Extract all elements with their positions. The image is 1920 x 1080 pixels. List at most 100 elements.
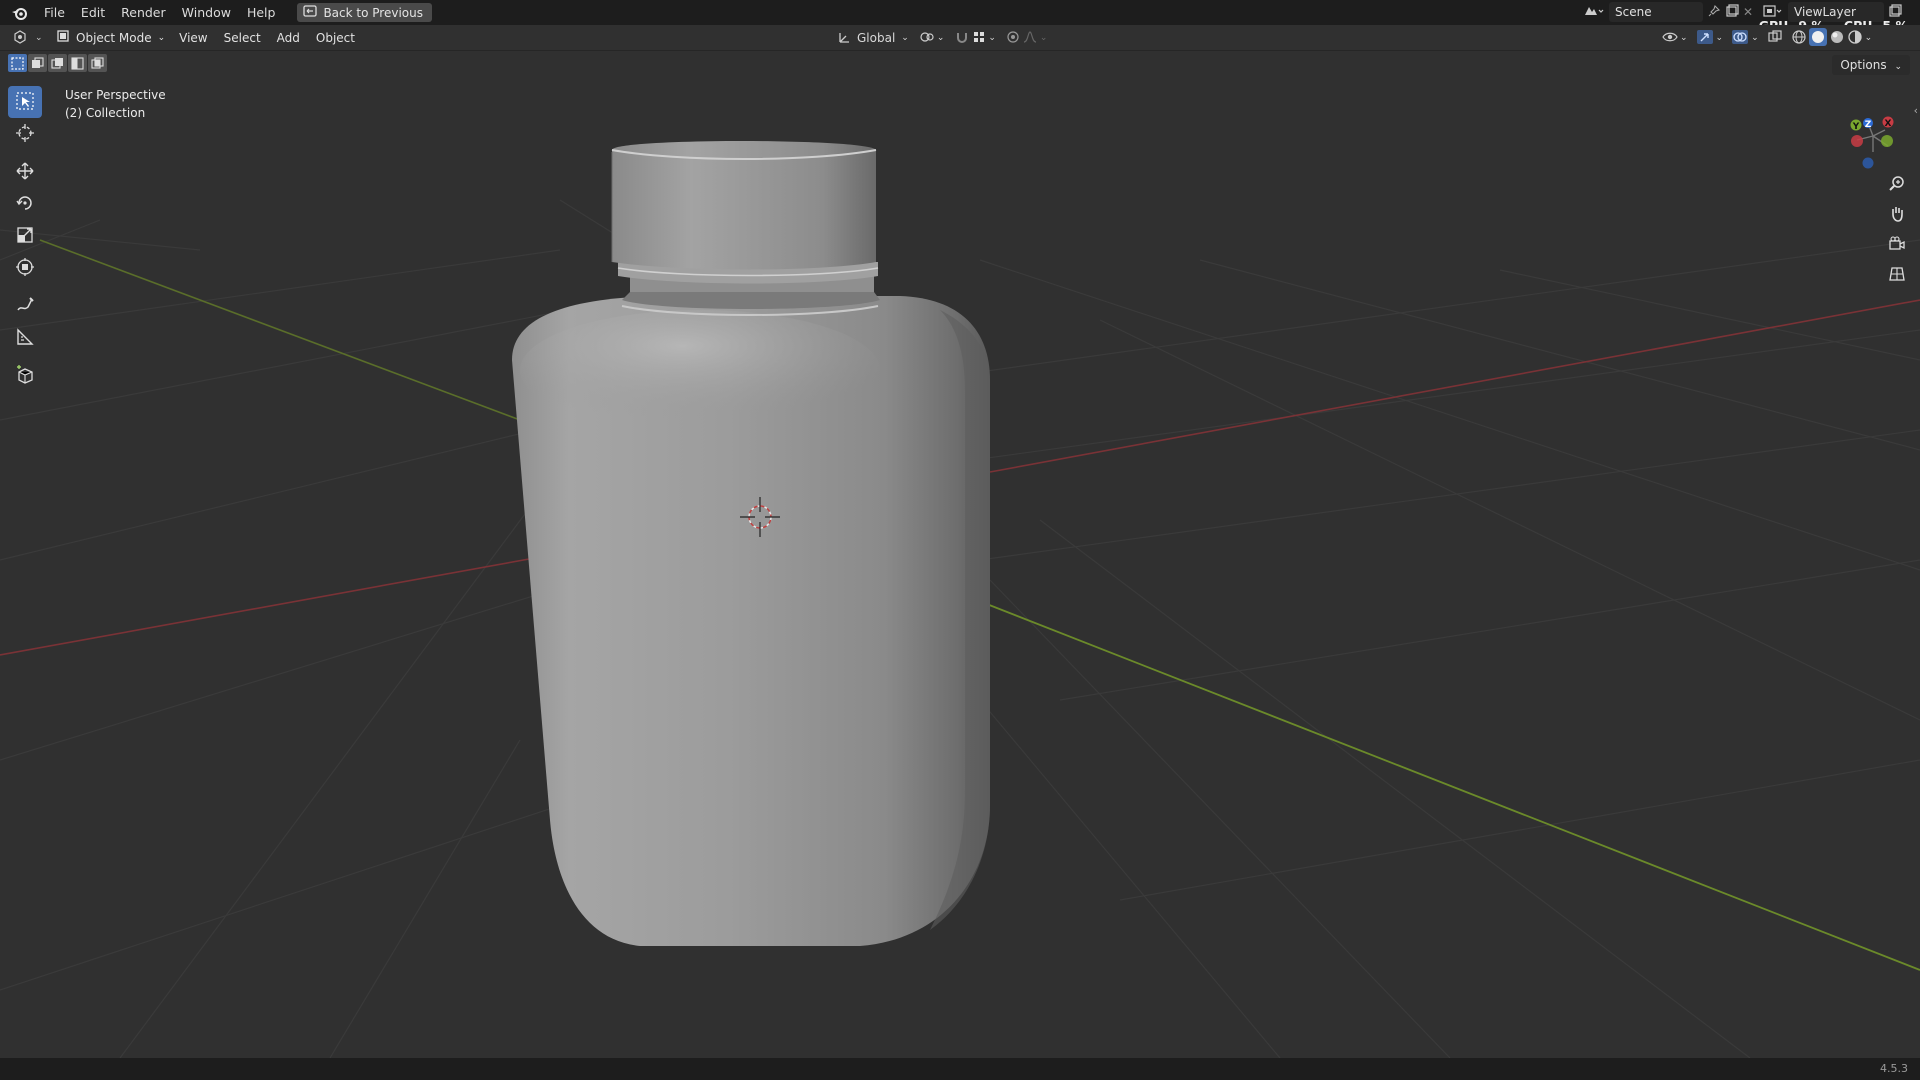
add-cube-tool[interactable] (8, 360, 42, 392)
pivot-dropdown[interactable]: ⌄ (919, 28, 944, 48)
hand-icon (1888, 205, 1906, 226)
chevron-down-icon: ⌄ (1680, 33, 1688, 43)
select-subtract-button[interactable] (48, 54, 67, 72)
snap-controls[interactable]: ⌄ (954, 28, 996, 48)
editor-type-dropdown[interactable]: ⌄ (12, 28, 46, 48)
back-to-previous-label: Back to Previous (323, 5, 423, 20)
scene-name-field[interactable]: Scene (1609, 2, 1703, 22)
camera-view-button[interactable] (1882, 230, 1912, 260)
proportional-editing[interactable]: ⌄ (1006, 28, 1048, 48)
snap-target-icon (972, 30, 986, 47)
chevron-down-icon: ⌄ (1039, 33, 1048, 43)
shading-modes[interactable]: ⌄ (1791, 27, 1872, 49)
gizmo-toggle[interactable]: ⌄ (1696, 28, 1723, 48)
gizmo-y-label: Y (1852, 122, 1860, 132)
menu-file[interactable]: File (36, 0, 73, 25)
xray-toggle[interactable] (1767, 28, 1783, 48)
move-icon (15, 161, 35, 184)
center-tools: Global ⌄ ⌄ ⌄ ⌄ (837, 28, 1047, 48)
scale-tool[interactable] (8, 220, 42, 252)
proportional-icon (1006, 30, 1020, 47)
menu-object[interactable]: Object (308, 31, 363, 45)
navigation-buttons (1882, 170, 1912, 290)
overlay-toggle[interactable]: ⌄ (1731, 28, 1759, 48)
overlay-icon (1731, 29, 1749, 48)
bottle-mesh[interactable] (512, 141, 990, 946)
blender-logo-icon[interactable] (10, 4, 28, 22)
pin-icon[interactable] (1707, 4, 1721, 21)
select-new-button[interactable] (8, 54, 27, 72)
chevron-down-icon: ⌄ (1751, 33, 1759, 43)
object-mode-icon (56, 29, 70, 46)
cursor-tool[interactable] (8, 118, 42, 150)
xray-icon (1767, 29, 1783, 48)
gizmo-x-label: X (1885, 119, 1892, 129)
mode-label: Object Mode (76, 30, 152, 45)
menu-edit[interactable]: Edit (73, 0, 113, 25)
solid-icon[interactable] (1808, 27, 1827, 49)
transform-orientation-label: Global (857, 31, 896, 45)
gizmo-z-label: Z (1865, 120, 1872, 130)
menu-render[interactable]: Render (113, 0, 174, 25)
select-box-icon (15, 91, 35, 114)
chevron-down-icon: ⌄ (157, 32, 166, 43)
chevron-down-icon: ⌄ (1894, 62, 1902, 72)
menu-add[interactable]: Add (269, 31, 308, 45)
back-to-previous-button[interactable]: Back to Previous (297, 3, 432, 22)
annotate-tool[interactable] (8, 290, 42, 322)
collection-name: (2) Collection (65, 106, 146, 120)
delete-scene-icon[interactable]: ✕ (1743, 5, 1753, 19)
move-tool[interactable] (8, 156, 42, 188)
navigation-gizmo[interactable]: Z X Y (1828, 86, 1918, 176)
selection-mode-buttons (8, 54, 107, 74)
grid-icon (1888, 265, 1906, 286)
select-invert-button[interactable] (68, 54, 87, 72)
chevron-down-icon: ⌄ (901, 33, 909, 43)
visibility-dropdown[interactable]: ⌄ (1662, 28, 1688, 48)
falloff-icon (1022, 30, 1038, 47)
editor-type-icon (12, 28, 32, 47)
scene-icon (1583, 3, 1605, 22)
mode-dropdown[interactable]: Object Mode ⌄ (50, 28, 171, 48)
cursor-icon (15, 123, 35, 146)
view-name: User Perspective (65, 88, 166, 102)
gizmo-icon (1696, 29, 1714, 48)
annotate-icon (15, 295, 35, 318)
sidebar-toggle-icon[interactable]: ‹ (1914, 104, 1918, 117)
menu-view[interactable]: View (171, 31, 215, 45)
transform-tool[interactable] (8, 252, 42, 284)
pan-button[interactable] (1882, 200, 1912, 230)
options-dropdown[interactable]: Options ⌄ (1832, 55, 1910, 75)
material-icon[interactable] (1829, 29, 1845, 48)
select-extend-button[interactable] (28, 54, 47, 72)
rendered-icon[interactable] (1847, 29, 1863, 48)
version-label: 4.5.3 (1880, 1062, 1908, 1075)
zoom-button[interactable] (1882, 170, 1912, 200)
back-icon (303, 5, 318, 20)
transform-orientation-dropdown[interactable]: Global ⌄ (837, 28, 909, 48)
transform-icon (15, 257, 35, 280)
new-scene-icon[interactable] (1725, 3, 1739, 21)
right-tools: ⌄ ⌄ ⌄ ⌄ (1662, 27, 1872, 49)
status-bar: 4.5.3 (0, 1058, 1920, 1080)
menu-help[interactable]: Help (239, 0, 284, 25)
measure-tool[interactable] (8, 322, 42, 354)
menu-select[interactable]: Select (216, 31, 269, 45)
rotate-tool[interactable] (8, 188, 42, 220)
viewport-canvas[interactable] (0, 52, 1920, 1058)
wireframe-icon[interactable] (1791, 29, 1807, 48)
pivot-icon (919, 30, 935, 47)
camera-icon (1888, 235, 1906, 256)
transform-orientation-icon (837, 30, 851, 47)
snap-icon (954, 30, 970, 47)
add-cube-icon (15, 364, 35, 388)
chevron-down-icon: ⌄ (988, 33, 996, 43)
viewport-info: User Perspective (2) Collection (65, 86, 166, 122)
menu-window[interactable]: Window (174, 0, 239, 25)
perspective-toggle-button[interactable] (1882, 260, 1912, 290)
3d-viewport[interactable]: User Perspective (2) Collection Z X Y ‹ (0, 52, 1920, 1058)
scene-selector[interactable]: Scene ✕ (1583, 2, 1753, 22)
options-label: Options (1840, 58, 1887, 72)
select-intersect-button[interactable] (88, 54, 107, 72)
select-box-tool[interactable] (8, 86, 42, 118)
